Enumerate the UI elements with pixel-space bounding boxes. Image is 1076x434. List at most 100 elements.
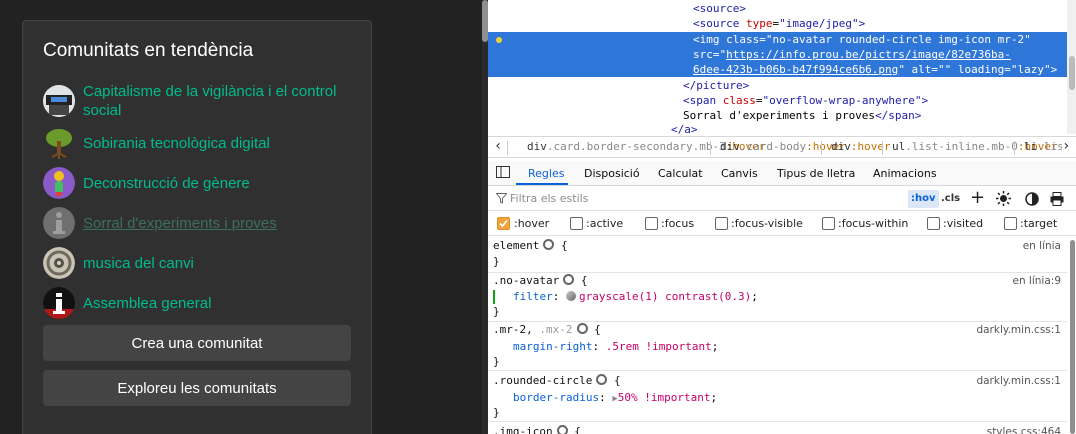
- property-name: margin-right: [513, 340, 593, 353]
- toggle-pseudo-classes-button[interactable]: :hov: [908, 190, 939, 208]
- tab-rules[interactable]: Regles: [528, 167, 564, 180]
- css-rule[interactable]: .no-avatar { en línia:9 filter: grayscal…: [488, 272, 1067, 322]
- community-link[interactable]: Sorral d'experiments i proves: [83, 214, 277, 233]
- panel-layout-icon[interactable]: [496, 165, 510, 182]
- tab-changes[interactable]: Canvis: [721, 167, 758, 180]
- markup-line[interactable]: <source type="image/jpeg">: [488, 16, 1067, 31]
- markup-scrollbar[interactable]: [1067, 0, 1076, 134]
- tab-computed[interactable]: Calculat: [658, 167, 703, 180]
- markup-tag: </a>: [671, 123, 698, 136]
- pseudo-class-panel: :hover :active :focus :focus-visible :fo…: [488, 212, 1076, 236]
- colon: :: [552, 290, 566, 303]
- scrollbar-thumb[interactable]: [1069, 56, 1075, 90]
- gear-icon[interactable]: [576, 323, 588, 334]
- pseudo-active-label: :active: [586, 217, 624, 230]
- markup-line[interactable]: <span class="overflow-wrap-anywhere">: [488, 93, 1067, 108]
- css-rule[interactable]: .img-icon { styles.css:464: [488, 423, 1067, 434]
- toggle-classes-button[interactable]: .cls: [941, 190, 960, 208]
- scrollbar-thumb[interactable]: [1070, 240, 1075, 434]
- add-rule-icon[interactable]: +: [970, 189, 985, 207]
- tab-animations[interactable]: Animacions: [873, 167, 937, 180]
- community-link[interactable]: Deconstrucció de gènere: [83, 174, 250, 193]
- brace: {: [580, 274, 588, 287]
- gear-icon[interactable]: [596, 374, 608, 385]
- community-list: Capitalisme de la vigilància i el contro…: [43, 79, 353, 323]
- masked-face-icon: [43, 85, 75, 117]
- markup-value: "no-avatar rounded-circle img-icon mr-2": [765, 33, 1031, 46]
- gear-icon[interactable]: [556, 425, 568, 434]
- css-rule[interactable]: element { en línia }: [488, 237, 1067, 273]
- dark-scheme-icon[interactable]: [1025, 192, 1039, 209]
- rule-source[interactable]: darkly.min.css:1: [976, 322, 1061, 338]
- gear-icon[interactable]: [543, 239, 555, 250]
- list-item: Deconstrucció de gènere: [43, 163, 353, 203]
- css-rule[interactable]: .rounded-circle { darkly.min.css:1 borde…: [488, 372, 1067, 422]
- selected-markup-node[interactable]: <img class="no-avatar rounded-circle img…: [488, 32, 1067, 77]
- crumb-element: li: [1024, 140, 1038, 153]
- breadcrumb: ‹ div.card.border-secondary.mb-3:hover d…: [488, 136, 1076, 158]
- print-icon[interactable]: [1050, 192, 1064, 209]
- pseudo-hover-checkbox[interactable]: [497, 217, 510, 230]
- pseudo-active-checkbox[interactable]: [570, 217, 583, 230]
- community-link[interactable]: Assemblea general: [83, 294, 211, 313]
- rule-close: }: [493, 305, 500, 318]
- light-scheme-icon[interactable]: [996, 191, 1011, 209]
- crumb-element: div: [527, 140, 547, 153]
- pseudo-target-checkbox[interactable]: [1004, 217, 1017, 230]
- selector-text: .img-icon: [493, 425, 553, 434]
- markup-tag: >: [858, 17, 866, 30]
- brace: {: [574, 425, 581, 434]
- rule-source[interactable]: darkly.min.css:1: [976, 373, 1061, 389]
- pseudo-focus-checkbox[interactable]: [645, 217, 658, 230]
- markup-line[interactable]: </picture>: [488, 78, 1067, 93]
- selector-text: .rounded-circle: [493, 374, 593, 387]
- info-icon: [43, 207, 75, 239]
- chevron-right-icon[interactable]: ›: [1062, 137, 1076, 156]
- src-link[interactable]: https://info.prou.be/pictrs/image/82e736…: [726, 48, 1011, 61]
- gear-icon[interactable]: [563, 274, 575, 285]
- divider: [1014, 141, 1015, 155]
- rule-close: }: [493, 406, 500, 419]
- pseudo-focus-visible-label: :focus-visible: [731, 217, 803, 230]
- community-link[interactable]: Capitalisme de la vigilància i el contro…: [83, 82, 353, 120]
- rules-scrollbar[interactable]: [1068, 240, 1075, 434]
- css-rule[interactable]: .mr-2, .mx-2 { darkly.min.css:1 margin-r…: [488, 321, 1067, 371]
- rule-selector: .img-icon {: [493, 424, 581, 434]
- pseudo-focus-visible-checkbox[interactable]: [715, 217, 728, 230]
- css-declaration[interactable]: margin-right: .5rem !important;: [513, 339, 718, 355]
- create-community-button[interactable]: Crea una comunitat: [43, 325, 351, 361]
- explore-communities-button[interactable]: Exploreu les comunitats: [43, 370, 351, 406]
- community-link[interactable]: musica del canvi: [83, 254, 194, 273]
- markup-tag: <source: [693, 17, 740, 30]
- pseudo-visited-checkbox[interactable]: [927, 217, 940, 230]
- property-value: grayscale(1) contrast(0.3): [579, 290, 752, 303]
- chevron-left-icon[interactable]: ‹: [494, 137, 502, 156]
- assembly-icon: [43, 287, 75, 319]
- markup-line[interactable]: </a>: [488, 122, 1067, 137]
- rule-source[interactable]: en línia: [1023, 238, 1061, 254]
- rule-close: }: [493, 355, 500, 368]
- crumb-element: div: [720, 140, 740, 153]
- tab-layout[interactable]: Disposició: [584, 167, 640, 180]
- rule-source[interactable]: en línia:9: [1012, 273, 1061, 289]
- pseudo-focus-within-checkbox[interactable]: [822, 217, 835, 230]
- community-link[interactable]: Sobirania tecnològica digital: [83, 134, 270, 153]
- pseudo-target-label: :target: [1020, 217, 1058, 230]
- markup-line[interactable]: <source>: [488, 1, 1067, 16]
- markup-line[interactable]: Sorral d'experiments i proves</span>: [488, 108, 1067, 123]
- rule-source[interactable]: styles.css:464: [987, 424, 1061, 434]
- rule-selector: .rounded-circle {: [493, 373, 621, 389]
- css-declaration[interactable]: border-radius: ▶50% !important;: [513, 390, 717, 407]
- filter-styles-input[interactable]: Filtra els estils: [510, 192, 588, 205]
- markup-attr: class: [722, 94, 756, 107]
- filter-swatch-icon[interactable]: [566, 291, 576, 301]
- rules-toolbar: Filtra els estils :hov .cls +: [488, 187, 1076, 211]
- css-declaration[interactable]: filter: grayscale(1) contrast(0.3);: [513, 289, 758, 305]
- src-link[interactable]: 6dee-423b-b06b-b47f994ce6b6.png: [693, 63, 898, 76]
- breadcrumb-item[interactable]: div.card-body:hover: [720, 137, 846, 157]
- rule-close: }: [493, 255, 500, 268]
- brace: {: [613, 374, 621, 387]
- markup-text: Sorral d'experiments i proves: [683, 109, 876, 122]
- crumb-element: div: [831, 140, 851, 153]
- tab-fonts[interactable]: Tipus de lletra: [777, 167, 855, 180]
